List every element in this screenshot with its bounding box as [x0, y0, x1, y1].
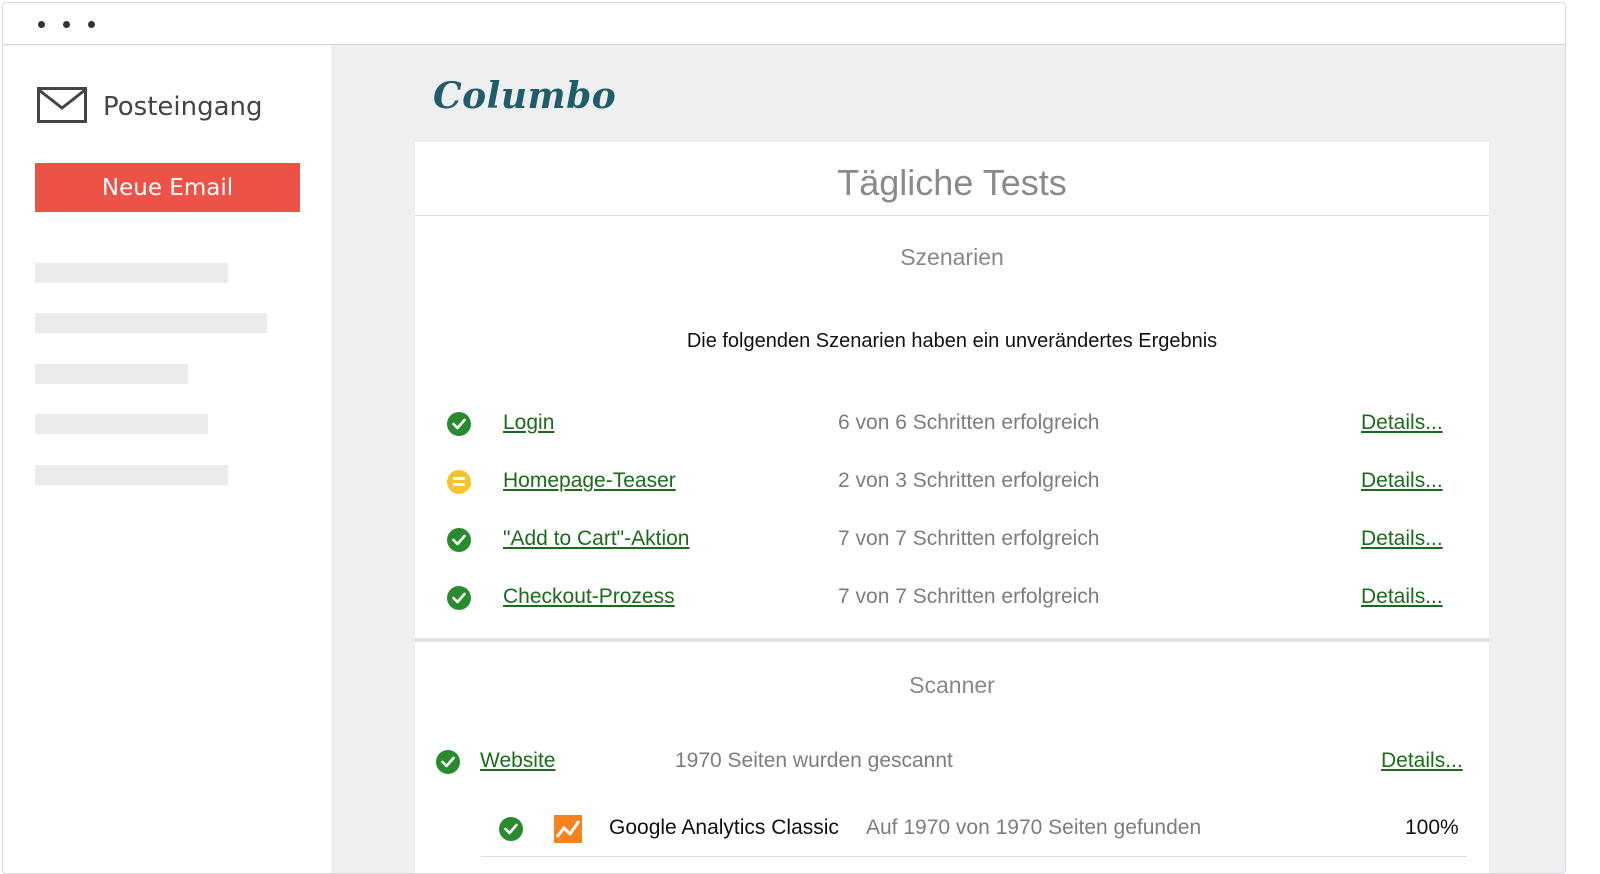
- title-bar: [3, 3, 1565, 45]
- inbox-label: Posteingang: [103, 92, 263, 122]
- page-title: Tägliche Tests: [837, 162, 1067, 203]
- placeholder-line: [35, 263, 228, 283]
- website-link[interactable]: Website: [480, 749, 555, 773]
- scenario-result: 7 von 7 Schritten erfolgreich: [838, 527, 1100, 550]
- placeholder-line: [35, 414, 208, 434]
- check-icon: [436, 750, 460, 774]
- scenario-row: Login 6 von 6 Schritten erfolgreich Deta…: [415, 409, 1489, 439]
- details-link[interactable]: Details...: [1361, 411, 1443, 435]
- scenario-result: 2 von 3 Schritten erfolgreich: [838, 469, 1100, 492]
- warning-icon: [447, 470, 471, 494]
- scenario-row: Checkout-Prozess 7 von 7 Schritten erfol…: [415, 583, 1489, 613]
- scenario-link-homepage-teaser[interactable]: Homepage-Teaser: [503, 469, 676, 493]
- placeholder-line: [35, 465, 228, 485]
- scenario-link-add-to-cart[interactable]: "Add to Cart"-Aktion: [503, 527, 690, 551]
- browser-window: Posteingang Neue Email Columbo Tägliche …: [2, 2, 1566, 874]
- google-analytics-icon: [554, 815, 582, 848]
- scenarios-description: Die folgenden Szenarien haben ein unverä…: [686, 330, 1218, 352]
- scenario-result: 6 von 6 Schritten erfolgreich: [838, 411, 1100, 434]
- scanner-item-result: Auf 1970 von 1970 Seiten gefunden: [866, 816, 1202, 839]
- details-link[interactable]: Details...: [1361, 469, 1443, 493]
- placeholder-line: [35, 364, 188, 384]
- section-divider: [415, 638, 1489, 642]
- scanner-heading: Scanner: [909, 672, 995, 698]
- details-link[interactable]: Details...: [1381, 749, 1463, 773]
- check-icon: [447, 528, 471, 552]
- envelope-icon: [37, 86, 87, 128]
- window-dot-icon[interactable]: [63, 21, 70, 28]
- scenario-row: "Add to Cart"-Aktion 7 von 7 Schritten e…: [415, 525, 1489, 555]
- scenarios-heading: Szenarien: [900, 244, 1004, 270]
- scanner-item-row: Google Analytics Classic Auf 1970 von 19…: [415, 814, 1489, 844]
- check-icon: [499, 817, 523, 841]
- check-icon: [447, 586, 471, 610]
- columbo-logo: Columbo: [433, 75, 617, 117]
- divider: [415, 215, 1489, 216]
- window-dot-icon[interactable]: [38, 21, 45, 28]
- scenario-link-login[interactable]: Login: [503, 411, 554, 435]
- window-dot-icon[interactable]: [88, 21, 95, 28]
- mail-sidebar: Posteingang Neue Email: [3, 45, 331, 873]
- placeholder-line: [35, 313, 267, 333]
- divider: [481, 856, 1467, 857]
- new-email-button[interactable]: Neue Email: [35, 163, 300, 212]
- scanner-item-percent: 100%: [1405, 816, 1459, 839]
- sidebar-item-inbox[interactable]: Posteingang: [37, 86, 263, 128]
- scanner-row: Website 1970 Seiten wurden gescannt Deta…: [415, 747, 1489, 777]
- details-link[interactable]: Details...: [1361, 585, 1443, 609]
- check-icon: [447, 412, 471, 436]
- scenario-link-checkout[interactable]: Checkout-Prozess: [503, 585, 675, 609]
- scenario-row: Homepage-Teaser 2 von 3 Schritten erfolg…: [415, 467, 1489, 497]
- details-link[interactable]: Details...: [1361, 527, 1443, 551]
- scenario-result: 7 von 7 Schritten erfolgreich: [838, 585, 1100, 608]
- website-result: 1970 Seiten wurden gescannt: [675, 749, 953, 772]
- email-content: Tägliche Tests Szenarien Die folgenden S…: [415, 142, 1489, 873]
- scanner-item-name: Google Analytics Classic: [609, 816, 839, 839]
